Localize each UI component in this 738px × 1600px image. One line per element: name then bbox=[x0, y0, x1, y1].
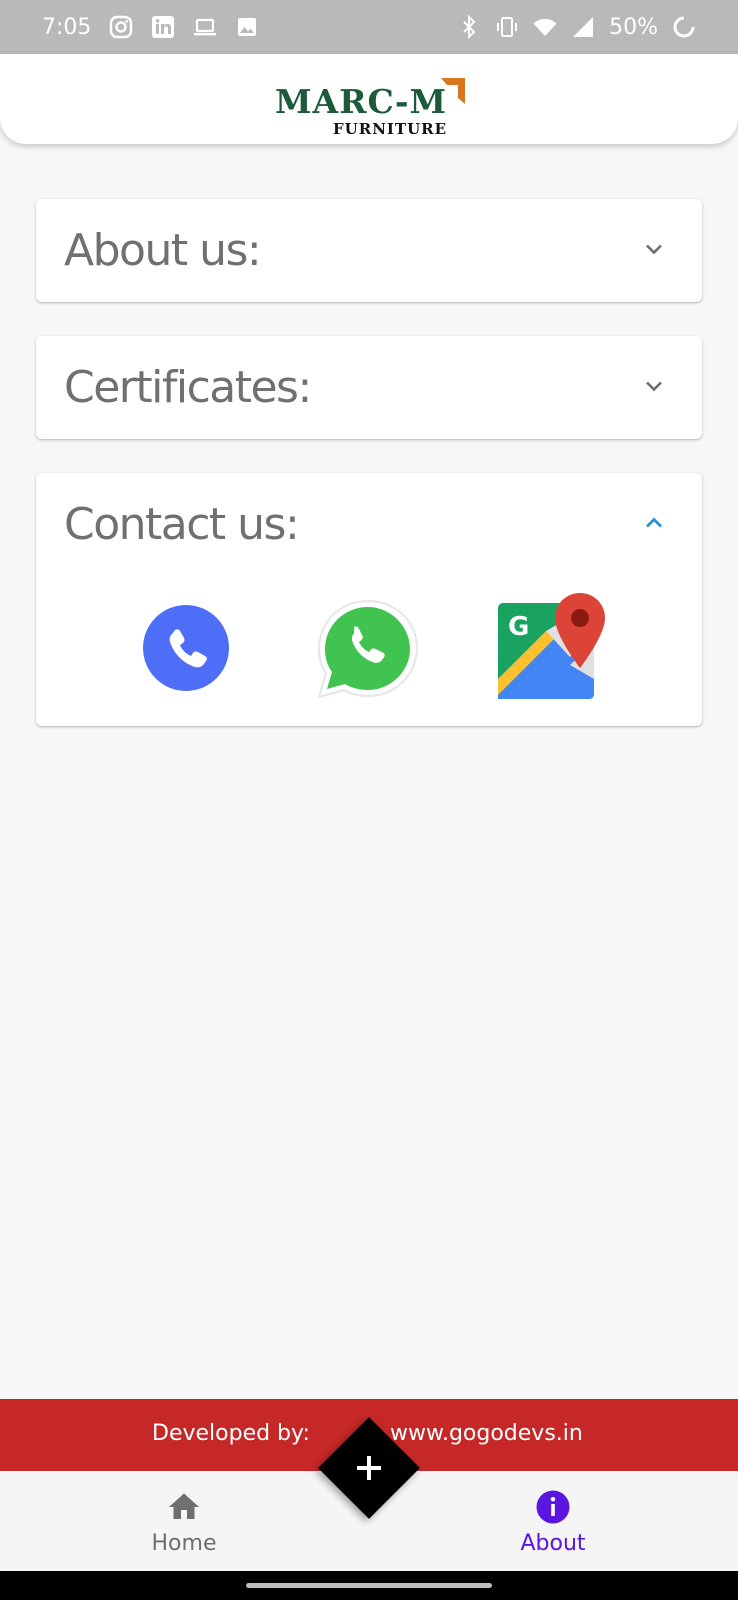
logo-sub-text: FURNITURE bbox=[333, 120, 448, 138]
battery-saver-icon bbox=[672, 15, 696, 39]
logo-corner-mark-icon bbox=[437, 76, 467, 110]
nav-home[interactable]: Home bbox=[124, 1489, 244, 1556]
developed-by-label: Developed by: bbox=[152, 1421, 310, 1446]
brand-logo: MARC-M FURNITURE bbox=[269, 64, 469, 138]
about-us-title: About us: bbox=[64, 225, 262, 276]
system-gesture-bar bbox=[0, 1571, 738, 1600]
app-header: MARC-M FURNITURE bbox=[0, 54, 738, 144]
plus-icon[interactable] bbox=[349, 1448, 389, 1488]
whatsapp-icon[interactable] bbox=[316, 599, 420, 699]
about-us-panel[interactable]: About us: bbox=[36, 199, 702, 302]
info-icon bbox=[535, 1489, 571, 1525]
vibrate-icon bbox=[495, 15, 519, 39]
laptop-icon bbox=[193, 15, 217, 39]
contact-us-panel[interactable]: Contact us: G bbox=[36, 473, 702, 726]
signal-icon bbox=[571, 15, 595, 39]
nav-about-label: About bbox=[520, 1531, 586, 1556]
bluetooth-icon bbox=[457, 15, 481, 39]
developer-link[interactable]: www.gogodevs.in bbox=[390, 1421, 583, 1446]
certificates-panel[interactable]: Certificates: bbox=[36, 336, 702, 439]
nav-about[interactable]: About bbox=[493, 1489, 613, 1556]
image-icon bbox=[235, 15, 259, 39]
battery-percent: 50% bbox=[609, 14, 658, 40]
contact-us-title: Contact us: bbox=[64, 499, 300, 550]
wifi-icon bbox=[533, 15, 557, 39]
home-icon bbox=[166, 1489, 202, 1525]
chevron-down-icon[interactable] bbox=[642, 374, 666, 398]
phone-icon[interactable] bbox=[143, 605, 229, 691]
chevron-down-icon[interactable] bbox=[642, 237, 666, 261]
nav-home-label: Home bbox=[151, 1531, 217, 1556]
google-maps-icon[interactable]: G bbox=[496, 593, 608, 705]
logo-main-text: MARC-M bbox=[275, 82, 448, 121]
certificates-title: Certificates: bbox=[64, 362, 312, 413]
chevron-up-icon[interactable] bbox=[642, 511, 666, 535]
status-bar: 7:05 50% bbox=[0, 0, 738, 54]
instagram-icon bbox=[109, 15, 133, 39]
status-time: 7:05 bbox=[42, 14, 92, 40]
linkedin-icon bbox=[151, 15, 175, 39]
home-gesture-handle[interactable] bbox=[246, 1583, 492, 1588]
svg-text:G: G bbox=[508, 612, 529, 642]
